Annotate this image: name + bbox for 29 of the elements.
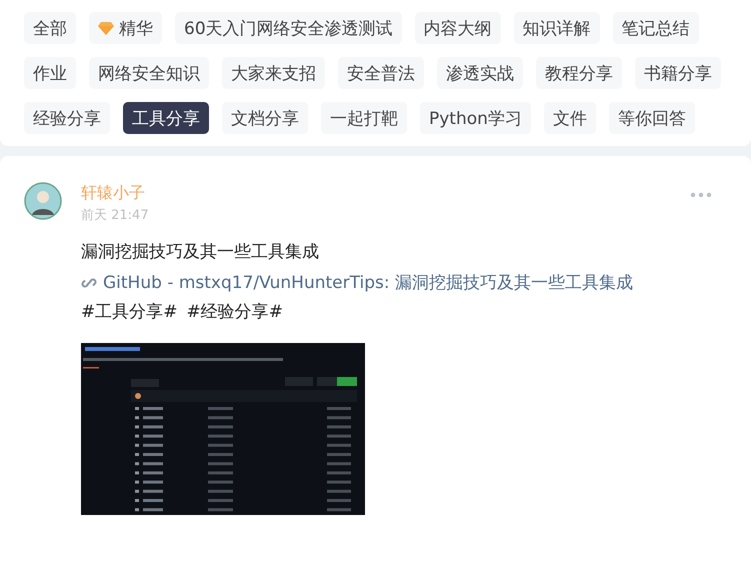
hashtag-link[interactable]: #工具分享# [81, 300, 178, 323]
hashtag-link[interactable]: #经验分享# [186, 300, 283, 323]
tag-chip[interactable]: Python学习 [420, 102, 531, 134]
tag-chip[interactable]: 一起打靶 [321, 102, 407, 134]
post-text: 漏洞挖掘技巧及其一些工具集成 [81, 241, 320, 263]
tag-chip[interactable]: 60天入门网络安全渗透测试 [175, 12, 402, 44]
tag-chip[interactable]: 经验分享 [24, 102, 110, 134]
tag-chip[interactable]: 内容大纲 [414, 12, 501, 44]
tag-chip[interactable]: 文档分享 [222, 102, 308, 134]
gem-icon [98, 21, 114, 35]
tag-chip[interactable]: 网络安全知识 [89, 57, 209, 89]
tag-chip[interactable]: 笔记总结 [612, 12, 699, 44]
tag-chip[interactable]: 等你回答 [608, 102, 695, 134]
tag-chip[interactable]: 大家来支招 [222, 57, 325, 89]
tag-chip[interactable]: 知识详解 [514, 12, 600, 44]
tag-chip[interactable]: 全部 [24, 12, 76, 44]
tag-chip[interactable]: 文件 [544, 102, 596, 134]
github-link[interactable]: GitHub - mstxq17/VunHunterTips: 漏洞挖掘技巧及其一些工具集成 [81, 271, 727, 294]
link-text[interactable]: GitHub - mstxq17/VunHunterTips: 漏洞挖掘技巧及其一些工具集成 [103, 271, 633, 294]
more-icon[interactable] [690, 192, 712, 198]
tag-chip[interactable]: 渗透实战 [437, 57, 523, 89]
tag-chip[interactable]: 书籍分享 [635, 57, 721, 89]
tag-chip[interactable]: 工具分享 [123, 102, 209, 134]
tag-chip[interactable]: 教程分享 [536, 57, 622, 89]
avatar-icon [24, 182, 62, 220]
post-time: 前天 21:47 [81, 207, 150, 224]
tag-chip[interactable]: 作业 [24, 57, 76, 89]
tag-chip[interactable]: 安全普法 [338, 57, 424, 89]
tag-chip[interactable]: 精华 [89, 12, 162, 44]
